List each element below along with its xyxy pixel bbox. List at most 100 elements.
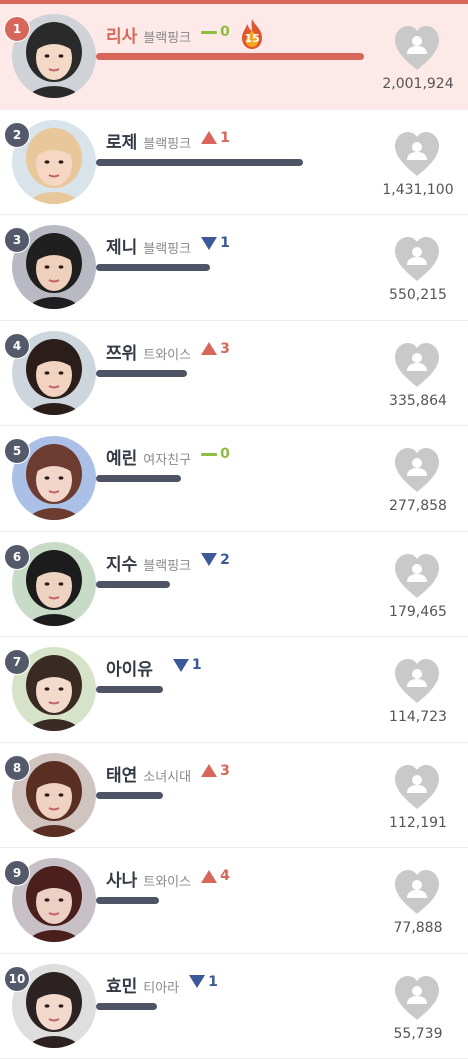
rank-badge: 3: [4, 227, 30, 253]
rank-change-value: 2: [220, 551, 230, 568]
arrow-down-icon: [172, 658, 189, 672]
group-name: 여자친구: [143, 453, 192, 468]
vote-bar: [96, 264, 210, 271]
rank-change-value: 1: [208, 973, 218, 990]
vote-heart-icon[interactable]: [392, 24, 442, 72]
ranking-row[interactable]: 8 태연 소녀시대 3 112,191: [0, 743, 468, 848]
arrow-up-icon: [201, 131, 218, 144]
vote-heart-icon[interactable]: [392, 974, 442, 1022]
rank-change-value: 3: [220, 340, 230, 357]
vote-bar: [96, 686, 163, 693]
rank-change-value: 1: [220, 129, 230, 146]
rank-badge: 1: [4, 16, 30, 42]
vote-count: 112,191: [389, 814, 447, 831]
group-name: 소녀시대: [143, 769, 192, 785]
vote-bar: [96, 53, 364, 60]
rank-change-value: 1: [220, 235, 230, 251]
vote-count: 335,864: [389, 392, 447, 409]
vote-bar: [96, 1002, 157, 1010]
vote-count: 277,858: [389, 498, 447, 514]
ranking-list: 1 리사 블랙핑크 0 15 2,001,924 2 로제 블랙핑크 1 1,431,100…: [0, 4, 468, 1059]
rank-change: 1: [201, 130, 230, 146]
arrow-up-icon: [201, 764, 218, 777]
arrow-down-icon: [201, 236, 218, 250]
rank-badge: 10: [4, 965, 30, 992]
vote-bar: [96, 158, 303, 166]
rank-change-value: 4: [220, 868, 230, 884]
idol-name: 예린: [106, 449, 138, 469]
group-name: 블랙핑크: [143, 242, 192, 257]
group-name: 블랙핑크: [143, 136, 192, 152]
rank-change: 2: [201, 552, 230, 568]
vote-heart-icon[interactable]: [392, 235, 442, 283]
idol-name: 쯔위: [106, 343, 138, 364]
vote-heart-icon[interactable]: [392, 341, 442, 389]
rank-badge: 6: [4, 543, 30, 570]
vote-count: 77,888: [393, 920, 443, 936]
group-name: 트와이스: [143, 875, 192, 890]
vote-bar: [96, 791, 163, 799]
rank-badge: 9: [4, 860, 30, 886]
group-name: 티아라: [143, 980, 180, 996]
rank-badge: 5: [4, 438, 30, 464]
arrow-down-icon: [189, 975, 206, 988]
idol-name: 태연: [106, 765, 138, 786]
rank-change: 1: [172, 657, 202, 673]
rank-change-value: 0: [220, 446, 230, 462]
ranking-row[interactable]: 4 쯔위 트와이스 3 335,864: [0, 321, 468, 426]
rank-badge: 2: [4, 121, 30, 148]
rank-badge: 4: [4, 332, 30, 359]
vote-count: 55,739: [393, 1025, 443, 1042]
vote-heart-icon[interactable]: [392, 446, 442, 494]
group-name: 블랙핑크: [143, 31, 192, 46]
rank-change-value: 1: [191, 657, 202, 673]
rank-change: 1: [189, 974, 218, 990]
ranking-row[interactable]: 2 로제 블랙핑크 1 1,431,100: [0, 110, 468, 215]
idol-name: 로제: [106, 132, 138, 153]
rank-change: 3: [201, 763, 230, 779]
rank-change: 4: [201, 868, 230, 884]
idol-name: 리사: [106, 27, 138, 47]
rank-change-value: 3: [220, 762, 230, 779]
idol-name: 사나: [106, 871, 138, 891]
rank-change: 3: [201, 341, 230, 357]
ranking-row[interactable]: 7 아이유 1 114,723: [0, 637, 468, 743]
hot-count: 15: [244, 32, 260, 45]
vote-count: 550,215: [389, 287, 447, 303]
vote-heart-icon[interactable]: [392, 130, 442, 178]
idol-name: 제니: [106, 238, 138, 258]
idol-name: 효민: [106, 976, 138, 997]
idol-name: 지수: [106, 554, 138, 575]
ranking-row[interactable]: 1 리사 블랙핑크 0 15 2,001,924: [0, 4, 468, 110]
group-name: 트와이스: [143, 347, 192, 363]
vote-count: 1,431,100: [382, 181, 454, 198]
rank-badge: 8: [4, 754, 30, 781]
vote-count: 114,723: [389, 709, 447, 725]
vote-bar: [96, 897, 159, 904]
arrow-down-icon: [201, 553, 218, 566]
idol-name: 아이유: [106, 660, 153, 680]
ranking-row[interactable]: 5 예린 여자친구 0 277,858: [0, 426, 468, 532]
vote-heart-icon[interactable]: [392, 763, 442, 811]
vote-heart-icon[interactable]: [392, 868, 442, 916]
vote-bar: [96, 580, 170, 588]
vote-bar: [96, 475, 181, 482]
vote-bar: [96, 369, 187, 377]
ranking-row[interactable]: 6 지수 블랙핑크 2 179,465: [0, 532, 468, 637]
arrow-up-icon: [201, 342, 218, 355]
arrow-up-icon: [201, 869, 218, 883]
rank-change-value: 0: [220, 24, 230, 40]
vote-heart-icon[interactable]: [392, 552, 442, 600]
rank-change: 0: [201, 446, 230, 462]
ranking-row[interactable]: 9 사나 트와이스 4 77,888: [0, 848, 468, 954]
vote-heart-icon[interactable]: [392, 657, 442, 705]
ranking-row[interactable]: 10 효민 티아라 1 55,739: [0, 954, 468, 1059]
rank-badge: 7: [4, 649, 30, 675]
no-change-icon: [201, 30, 218, 34]
no-change-icon: [201, 452, 218, 456]
ranking-row[interactable]: 3 제니 블랙핑크 1 550,215: [0, 215, 468, 321]
vote-count: 179,465: [389, 603, 447, 620]
group-name: 블랙핑크: [143, 558, 192, 574]
rank-change: 0: [201, 24, 230, 40]
vote-count: 2,001,924: [382, 76, 454, 92]
